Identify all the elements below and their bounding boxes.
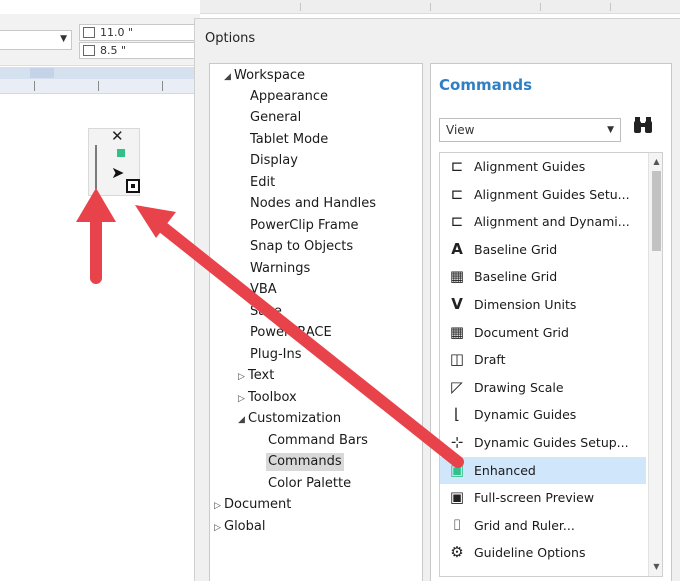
tree-item-text[interactable]: ▷ Text [238,367,274,386]
ruler-border [0,93,200,99]
page-height-value: 8.5 " [100,44,127,57]
drag-copy-icon [126,179,140,193]
dynamic-guides-icon: ⌊ [454,405,460,424]
options-dialog: Options ◢ Workspace Appearance General Ta… [194,18,680,581]
find-command-binoculars-icon[interactable] [629,116,657,142]
commands-list[interactable]: ⊏ Alignment Guides ⊏ Alignment Guides Setu… [439,152,663,577]
close-icon[interactable]: ✕ [111,127,124,145]
alignment-guides-setup-icon: ⊏ [450,184,464,203]
tree-item-tablet-mode[interactable]: Tablet Mode [250,131,328,149]
baseline-grid-a-icon: A [451,239,463,258]
tree-item-nodes-handles[interactable]: Nodes and Handles [250,195,376,213]
tree-item-powerclip-frame[interactable]: PowerClip Frame [250,217,359,235]
page-size-preset-select[interactable]: ▼ [0,30,72,50]
tree-item-toolbox[interactable]: ▷ Toolbox [238,389,297,408]
horizontal-ruler[interactable] [0,67,200,93]
draft-icon: ◫ [449,350,465,369]
expand-icon[interactable]: ▷ [214,497,224,515]
list-item-document-grid[interactable]: ▦ Document Grid [440,319,646,346]
tree-item-command-bars[interactable]: Command Bars [268,432,368,450]
panel-title: Commands [439,76,533,94]
ruler-selection [30,68,54,78]
alignment-dynamic-icon: ⊏ [450,212,464,231]
ruler-tick [98,81,99,91]
drawing-scale-icon: ◸ [451,377,463,396]
expand-icon[interactable]: ▷ [214,519,224,537]
commands-scrollbar[interactable]: ▲ ▼ [648,153,662,576]
tree-item-warnings[interactable]: Warnings [250,260,310,278]
list-item-alignment-dynamic[interactable]: ⊏ Alignment and Dynami... [440,208,646,235]
fullscreen-preview-icon: ▣ [449,488,465,507]
dialog-title: Options [205,31,256,46]
scroll-thumb[interactable] [652,171,661,251]
list-item-grid-ruler[interactable]: ⌷ Grid and Ruler... [440,512,646,539]
enhanced-icon: ▣ [449,460,465,479]
command-category-select[interactable]: View ▼ [439,118,621,142]
options-tree[interactable]: ◢ Workspace Appearance General Tablet Mod… [209,63,423,581]
floating-enhanced-view-button[interactable]: ✕ ➤ [88,127,140,196]
tree-item-document[interactable]: ▷ Document [214,496,291,515]
page-width-icon [83,27,95,38]
collapse-icon[interactable]: ◢ [224,68,234,86]
document-grid-icon: ▦ [449,322,465,341]
mouse-cursor-icon: ➤ [111,163,125,182]
tree-item-global[interactable]: ▷ Global [214,518,265,537]
commands-panel: Commands View ▼ ⊏ Alignment Guides ⊏ Align… [430,63,680,581]
list-item-drawing-scale[interactable]: ◸ Drawing Scale [440,374,646,401]
list-item-fullscreen-preview[interactable]: ▣ Full-screen Preview [440,484,646,511]
tree-item-display[interactable]: Display [250,152,298,170]
tree-item-plug-ins[interactable]: Plug-Ins [250,346,301,364]
list-item-dynamic-guides-setup[interactable]: ⊹ Dynamic Guides Setup... [440,429,646,456]
tree-item-edit[interactable]: Edit [250,174,275,192]
binoculars-icon [634,117,652,133]
list-item-enhanced[interactable]: ▣ Enhanced [440,456,646,484]
ruler-tick [162,81,163,91]
list-item-baseline-grid[interactable]: ▦ Baseline Grid [440,263,646,290]
dynamic-guides-setup-icon: ⊹ [450,433,464,451]
ruler-tick [34,81,35,91]
dropdown-arrow-icon: ▼ [607,125,614,135]
scroll-up-icon[interactable]: ▲ [649,155,662,169]
tree-item-customization[interactable]: ◢ Customization [238,410,341,429]
alignment-guides-icon: ⊏ [450,157,464,175]
baseline-grid-icon: ▦ [449,267,465,286]
tree-item-general[interactable]: General [250,109,301,127]
scroll-down-icon[interactable]: ▼ [649,560,662,574]
dimension-units-icon: V [451,295,463,313]
list-item-dynamic-guides[interactable]: ⌊ Dynamic Guides [440,401,646,428]
toolbar-separator [430,3,431,11]
dropdown-arrow-icon: ▼ [60,34,67,44]
tree-item-vba[interactable]: VBA [250,281,277,299]
collapse-icon[interactable]: ◢ [238,411,248,429]
list-item-alignment-guides-setup[interactable]: ⊏ Alignment Guides Setu... [440,181,646,208]
tree-item-save[interactable]: Save [250,303,282,321]
list-item-dimension-units[interactable]: V Dimension Units [440,291,646,318]
tree-item-workspace[interactable]: ◢ Workspace [224,67,305,86]
page-height-field[interactable]: 8.5 " ▼ [79,42,202,59]
page-width-value: 11.0 " [100,26,134,39]
tree-item-snap-to-objects[interactable]: Snap to Objects [250,238,353,256]
list-item-baseline-grid-a[interactable]: A Baseline Grid [440,236,646,263]
green-node-icon [117,149,125,157]
gear-icon: ⚙ [450,543,464,562]
list-item-guideline-options[interactable]: ⚙ Guideline Options [440,539,646,566]
tree-item-powertrace[interactable]: PowerTRACE [250,324,332,342]
toolbar-separator [540,3,541,11]
expand-icon[interactable]: ▷ [238,368,248,386]
page-width-field[interactable]: 11.0 " ▲ [79,24,202,41]
toolbar-separator [610,3,611,11]
tree-item-commands[interactable]: Commands [266,453,344,471]
list-item-alignment-guides[interactable]: ⊏ Alignment Guides [440,153,646,180]
adjacent-panel-edge [671,63,680,581]
list-item-draft[interactable]: ◫ Draft [440,346,646,373]
page-height-icon [83,45,95,56]
tree-item-appearance[interactable]: Appearance [250,88,328,106]
tree-item-color-palette[interactable]: Color Palette [268,475,351,493]
grid-ruler-icon: ⌷ [452,515,462,534]
expand-icon[interactable]: ▷ [238,390,248,408]
toolbar-separator [300,3,301,11]
